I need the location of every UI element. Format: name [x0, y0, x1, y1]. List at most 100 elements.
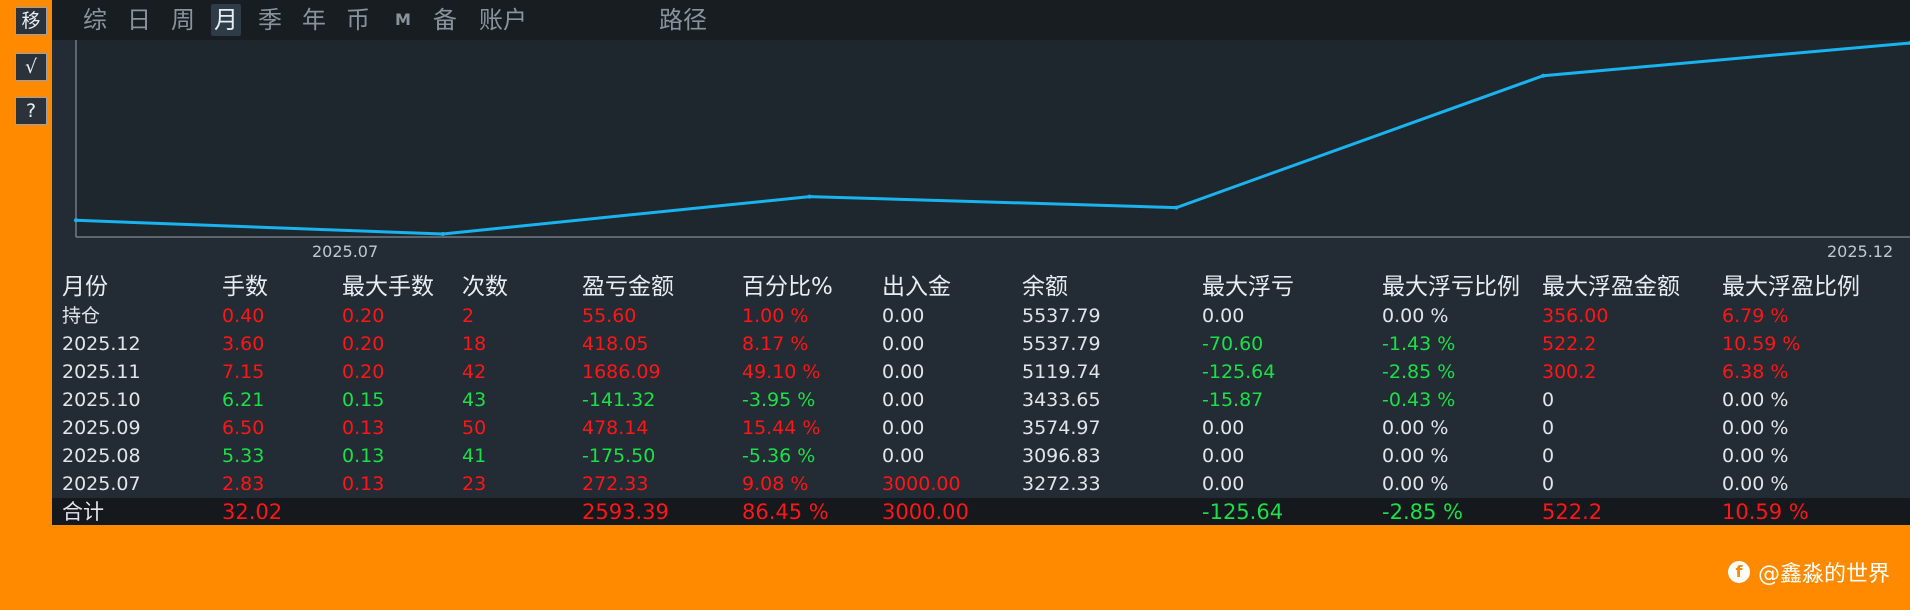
table-cell: 0.20	[342, 361, 385, 383]
table-cell: 0.20	[342, 305, 385, 327]
table-cell: -3.95 %	[742, 389, 816, 411]
table-cell: 0.00 %	[1382, 473, 1449, 495]
table-cell: 55.60	[582, 305, 637, 327]
table-cell: 0.00 %	[1722, 417, 1789, 439]
column-header: 最大浮亏比例	[1382, 274, 1520, 300]
table-cell: 0	[1542, 473, 1555, 495]
table-cell: 3433.65	[1022, 389, 1101, 411]
period-tabbar: 综 日 周 月 季 年 币 M 备 账户 路径	[52, 0, 1910, 40]
watermark: f @鑫淼的世界	[1727, 556, 1890, 588]
total-cell: 10.59 %	[1712, 498, 1910, 525]
total-cell: 86.45 %	[732, 498, 872, 525]
table-cell: 10.59 %	[1722, 333, 1801, 355]
table-cell: 418.05	[582, 333, 649, 355]
table-cell: 5.33	[222, 445, 265, 467]
column-header: 余额	[1022, 274, 1068, 300]
table-cell: 5537.79	[1022, 305, 1101, 327]
table-cell: 2025.12	[62, 333, 141, 355]
column-header: 最大手数	[342, 274, 434, 300]
table-row: 2025.07 2.83 0.13 23 272.33 9.08 % 3000.00 3272…	[52, 470, 1910, 498]
table-cell: 0	[1542, 417, 1555, 439]
total-cell: -2.85 %	[1372, 498, 1532, 525]
tab-account[interactable]: 账户	[476, 4, 530, 36]
table-cell: 0.13	[342, 445, 385, 467]
table-row: 2025.08 5.33 0.13 41 -175.50 -5.36 % 0.00 3096.…	[52, 442, 1910, 470]
table-cell: 3574.97	[1022, 417, 1101, 439]
equity-chart	[74, 40, 1910, 238]
table-cell: 6.38 %	[1722, 361, 1789, 383]
table-cell: 0.13	[342, 473, 385, 495]
tab-year[interactable]: 年	[299, 4, 329, 36]
table-cell: 0.00	[1202, 417, 1245, 439]
table-cell: 49.10 %	[742, 361, 821, 383]
total-cell: 3000.00	[872, 498, 1012, 525]
table-cell: -175.50	[582, 445, 656, 467]
table-cell: 6.79 %	[1722, 305, 1789, 327]
tab-currency[interactable]: 币	[343, 4, 373, 36]
table-cell: 0.00 %	[1382, 417, 1449, 439]
tab-day[interactable]: 日	[124, 4, 154, 36]
table-row: 2025.12 3.60 0.20 18 418.05 8.17 % 0.00 5537.79…	[52, 330, 1910, 358]
tab-path[interactable]: 路径	[656, 4, 710, 36]
table-cell: -141.32	[582, 389, 656, 411]
table-cell: -15.87	[1202, 389, 1264, 411]
table-cell: 0.00 %	[1722, 389, 1789, 411]
data-point	[1541, 73, 1546, 78]
table-cell: 50	[462, 417, 487, 439]
total-cell	[452, 498, 572, 525]
table-cell: 3000.00	[882, 473, 961, 495]
column-header: 月份	[62, 274, 108, 300]
table-cell: 42	[462, 361, 487, 383]
table-cell: 0.20	[342, 333, 385, 355]
x-tick-label-end: 2025.12	[1827, 242, 1894, 261]
tab-backup[interactable]: 备	[430, 4, 460, 36]
table-cell: 0.00	[882, 389, 925, 411]
table-cell: 3272.33	[1022, 473, 1101, 495]
table-cell: 272.33	[582, 473, 649, 495]
table-cell: 0.00 %	[1382, 305, 1449, 327]
table-cell: 0.00	[882, 333, 925, 355]
table-cell: 0.00	[882, 361, 925, 383]
column-header: 最大浮亏	[1202, 274, 1294, 300]
table-cell: 522.2	[1542, 333, 1597, 355]
tab-m[interactable]: M	[392, 4, 414, 36]
table-cell: 478.14	[582, 417, 649, 439]
table-cell: 15.44 %	[742, 417, 821, 439]
table-cell: 0	[1542, 389, 1555, 411]
table-cell: 9.08 %	[742, 473, 809, 495]
table-cell: -5.36 %	[742, 445, 816, 467]
help-button[interactable]: ?	[15, 97, 47, 125]
data-point	[74, 218, 78, 223]
move-button[interactable]: 移	[15, 7, 47, 35]
table-cell: 2025.07	[62, 473, 141, 495]
table-header-row: 月份 手数 最大手数 次数 盈亏金额 百分比% 出入金 余额 最大浮亏 最大浮亏比例 最大浮盈金额 最…	[52, 272, 1910, 302]
total-cell: -125.64	[1192, 498, 1372, 525]
table-cell: 2025.09	[62, 417, 141, 439]
table-cell: 356.00	[1542, 305, 1609, 327]
table-row: 2025.10 6.21 0.15 43 -141.32 -3.95 % 0.00 3433.…	[52, 386, 1910, 414]
total-cell: 522.2	[1532, 498, 1712, 525]
monthly-stats-table: 月份 手数 最大手数 次数 盈亏金额 百分比% 出入金 余额 最大浮亏 最大浮亏比例 最大浮盈金额 最…	[52, 272, 1910, 525]
table-cell: 0.00	[1202, 445, 1245, 467]
table-total-row: 合计 32.02 2593.39 86.45 % 3000.00 -125.64 -2.85…	[52, 498, 1910, 525]
table-cell: 2025.10	[62, 389, 141, 411]
tab-quarter[interactable]: 季	[255, 4, 285, 36]
table-cell: 6.50	[222, 417, 265, 439]
table-cell: 0	[1542, 445, 1555, 467]
table-cell: 2025.08	[62, 445, 141, 467]
table-cell: 5119.74	[1022, 361, 1101, 383]
table-cell: 0.00	[882, 417, 925, 439]
column-header: 次数	[462, 274, 508, 300]
tab-summary[interactable]: 综	[80, 4, 110, 36]
table-cell: 41	[462, 445, 487, 467]
sqrt-button[interactable]: √	[15, 53, 47, 81]
data-point	[440, 232, 445, 236]
table-cell: 2.83	[222, 473, 265, 495]
brand-icon: f	[1727, 561, 1750, 583]
x-tick-label-start: 2025.07	[312, 242, 379, 261]
tab-month[interactable]: 月	[211, 4, 241, 36]
total-cell	[1012, 498, 1192, 525]
tab-week[interactable]: 周	[168, 4, 198, 36]
table-cell: -2.85 %	[1382, 361, 1456, 383]
table-cell: 2	[462, 305, 475, 327]
